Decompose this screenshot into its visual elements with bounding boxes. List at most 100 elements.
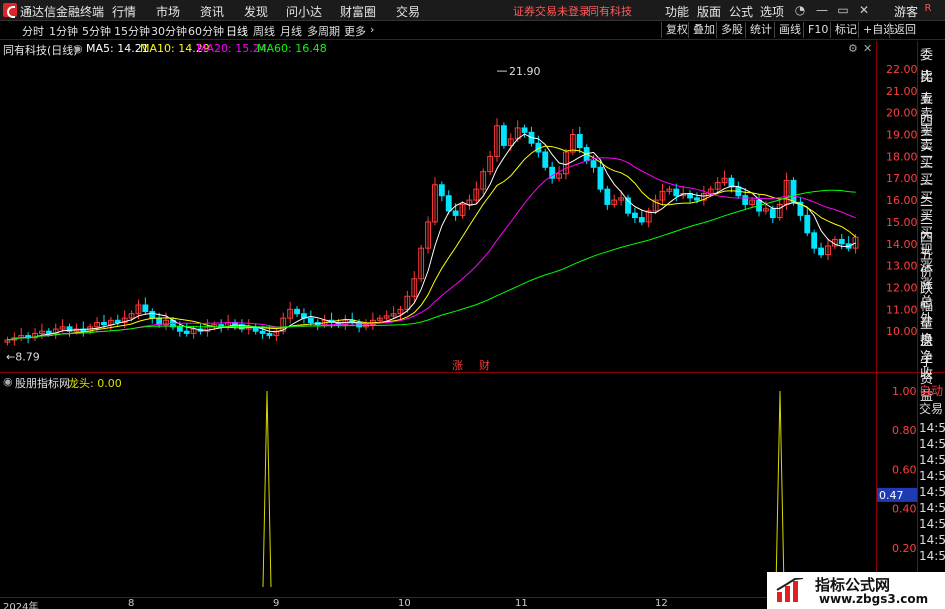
- chevron-right-icon[interactable]: ›: [370, 23, 374, 36]
- period-toolbar: 分时 1分钟 5分钟 15分钟 30分钟 60分钟 日线 周线 月线 多周期 更…: [0, 3, 945, 40]
- price-axis-label: 11.00: [886, 303, 917, 316]
- tab-multi-period[interactable]: 多周期: [307, 23, 340, 39]
- candle-body: [183, 330, 190, 334]
- candle-body: [818, 247, 824, 256]
- price-axis-label: 17.00: [886, 172, 917, 185]
- candle-body: [445, 195, 452, 212]
- watermark-logo-icon: [776, 578, 804, 602]
- indicator-chart[interactable]: 1.00 0.80 0.60 0.470.40 0.20: [0, 373, 917, 597]
- time-1: 14:56: [919, 421, 945, 435]
- menu-item-layout[interactable]: 版面: [697, 3, 721, 20]
- tab-30min[interactable]: 30分钟: [151, 23, 187, 39]
- price-axis-label: 20.00: [886, 107, 917, 120]
- ma20-line: [7, 157, 856, 341]
- trade-login-status[interactable]: 证券交易未登录: [513, 3, 590, 19]
- dropdown-icon[interactable]: ◉: [73, 42, 83, 55]
- tab-1min[interactable]: 1分钟: [49, 23, 78, 39]
- ma5-line: [7, 133, 856, 341]
- watermark-url: www.zbgs3.com: [819, 592, 929, 606]
- tab-15min[interactable]: 15分钟: [114, 23, 150, 39]
- settings-icon[interactable]: ⚙: [848, 42, 858, 55]
- date-axis: 2024年 8 9 10 11 12: [0, 597, 876, 609]
- candle-body: [176, 326, 183, 332]
- tab-intraday[interactable]: 分时: [22, 23, 44, 39]
- candle-body: [542, 151, 549, 168]
- candle-body: [142, 304, 149, 313]
- main-chart-header: 同有科技(日线) ◉ MA5: 14.21 MA10: 14.29 MA20: …: [0, 41, 885, 57]
- sub-axis-label: 0.60: [892, 463, 917, 476]
- overlay-button[interactable]: 叠加: [688, 22, 715, 38]
- tab-weekly[interactable]: 周线: [253, 23, 275, 39]
- menu-item-trade[interactable]: 交易: [396, 3, 420, 20]
- f10-button[interactable]: F10: [803, 22, 828, 38]
- time-3: 14:56: [919, 453, 945, 467]
- back-button[interactable]: 返回: [889, 22, 916, 38]
- candle-body: [790, 179, 797, 203]
- user-label[interactable]: 游客: [894, 3, 918, 20]
- close-chart-icon[interactable]: ✕: [863, 42, 872, 55]
- menu-bar: 通达信金融终端 行情 市场 资讯 发现 问小达 财富圈 交易 证券交易未登录 同…: [0, 0, 945, 21]
- menu-item-wealth[interactable]: 财富圈: [340, 3, 376, 20]
- candle-body: [590, 160, 597, 168]
- tab-5min[interactable]: 5分钟: [82, 23, 111, 39]
- menu-item-options[interactable]: 选项: [760, 3, 784, 20]
- time-2: 14:56: [919, 437, 945, 451]
- statistics-button[interactable]: 统计: [745, 22, 772, 38]
- close-icon[interactable]: ✕: [857, 3, 871, 17]
- signal-spike-1: [262, 390, 272, 588]
- candle-body: [45, 330, 52, 334]
- menu-item-quotes[interactable]: 行情: [112, 3, 136, 20]
- ma10-line: [7, 145, 856, 341]
- x-label-aug: 8: [128, 598, 135, 609]
- candle-body: [156, 317, 163, 326]
- mark-button[interactable]: 标记: [830, 22, 857, 38]
- candle-body: [500, 125, 507, 146]
- menu-item-news[interactable]: 资讯: [200, 3, 224, 20]
- candle-body: [838, 238, 845, 245]
- price-axis-label: 15.00: [886, 216, 917, 229]
- menu-item-ask[interactable]: 问小达: [286, 3, 322, 20]
- draw-line-button[interactable]: 画线: [774, 22, 801, 38]
- marker-up-label: 涨: [452, 359, 463, 372]
- candle-body: [673, 188, 680, 197]
- menu-item-market[interactable]: 市场: [156, 3, 180, 20]
- x-label-2024: 2024年: [3, 602, 39, 609]
- time-4: 14:56: [919, 469, 945, 483]
- tab-daily[interactable]: 日线: [226, 23, 248, 39]
- candle-body: [149, 311, 156, 319]
- candle-body: [576, 134, 583, 149]
- menu-item-discover[interactable]: 发现: [244, 3, 268, 20]
- tab-60min[interactable]: 60分钟: [188, 23, 224, 39]
- auto-label[interactable]: 自动: [919, 383, 943, 400]
- candle-body: [294, 308, 300, 315]
- x-label-nov: 11: [515, 598, 528, 609]
- signal-spike-2: [775, 390, 785, 588]
- candle-body: [604, 188, 611, 205]
- minimize-icon[interactable]: —: [815, 3, 829, 17]
- menu-item-functions[interactable]: 功能: [665, 3, 689, 20]
- ma60-label: MA60: 16.48: [257, 42, 327, 55]
- current-value-label: 0.47: [879, 489, 904, 502]
- menu-item-formula[interactable]: 公式: [729, 3, 753, 20]
- low-price-label: ←8.79: [6, 351, 40, 364]
- app-logo-icon: [3, 3, 17, 18]
- adjust-button[interactable]: 复权: [661, 22, 688, 38]
- tab-monthly[interactable]: 月线: [280, 23, 302, 39]
- side-r-label[interactable]: R: [917, 1, 939, 17]
- candlestick-chart[interactable]: 22.00 21.00 20.00 19.00 18.00 17.00 16.00 15.00…: [0, 56, 917, 372]
- headset-icon[interactable]: ◔: [793, 3, 807, 17]
- price-axis-label: 16.00: [886, 194, 917, 207]
- candle-body: [597, 166, 604, 190]
- restore-icon[interactable]: ▭: [836, 3, 850, 17]
- price-axis-label: 10.00: [886, 325, 917, 338]
- candle-body: [266, 332, 273, 337]
- price-axis-label: 12.00: [886, 282, 917, 295]
- x-label-sep: 9: [273, 598, 280, 609]
- time-8: 14:56: [919, 533, 945, 547]
- high-price-label: 21.90: [509, 65, 541, 78]
- trade-label[interactable]: 交易: [919, 401, 943, 418]
- time-6: 14:56: [919, 501, 945, 515]
- multi-stock-button[interactable]: 多股: [716, 22, 743, 38]
- tab-more[interactable]: 更多: [344, 23, 366, 39]
- x-label-oct: 10: [398, 598, 411, 609]
